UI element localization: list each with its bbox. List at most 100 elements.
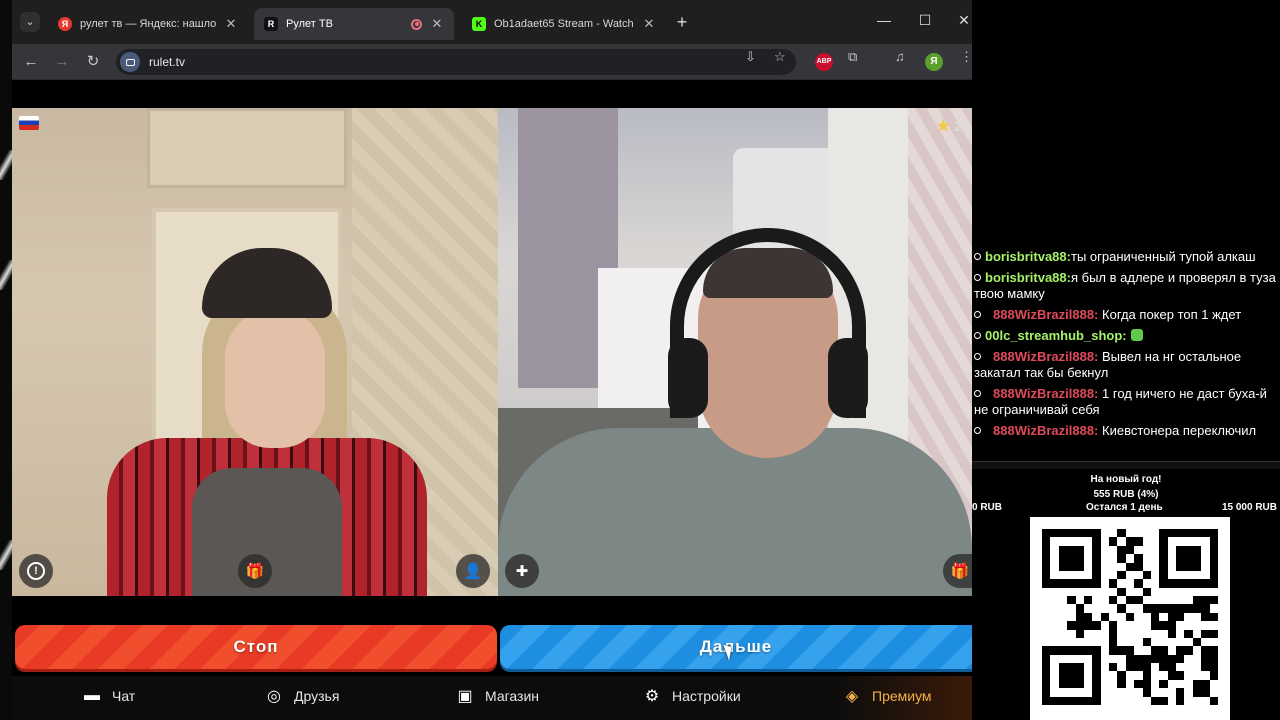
next-button[interactable]: Дальше [500,625,972,669]
nav-settings[interactable]: ⚙ Настройки [642,686,741,706]
qr-module [1192,554,1202,563]
qr-module [1201,604,1210,613]
qr-module [1159,671,1168,680]
qr-module [1083,554,1093,563]
badge-icon [974,332,981,339]
qr-module [1117,612,1126,622]
tab-close-icon[interactable]: ✕ [224,16,238,32]
nav-friends[interactable]: ◎ Друзья [264,686,339,706]
qr-module [1083,629,1093,638]
qr-module [1184,696,1193,705]
tag-icon: ◈ [845,688,859,705]
badge-icon [974,253,981,260]
qr-module [1067,579,1076,588]
tab-rulet-tv[interactable]: R Рулет ТВ ✕ [254,8,454,40]
chat-username: 888WizBrazil888: [993,386,1099,401]
qr-module [1050,688,1059,697]
nav-shop[interactable]: ▣ Магазин [455,686,539,706]
tab-close-icon[interactable]: ✕ [430,16,444,32]
qr-module [1176,554,1185,563]
qr-module [1058,570,1068,580]
qr-module [1075,637,1084,647]
tab-close-icon[interactable]: ✕ [642,16,656,32]
qr-module [1042,696,1051,705]
qr-module [1150,570,1160,580]
qr-module [1159,637,1168,647]
qr-module [1209,621,1218,630]
qr-module [1117,562,1126,571]
goal-remaining: Остался 1 день [1086,502,1163,513]
games-button[interactable]: ✚ [505,554,539,588]
install-app-icon[interactable]: ⇩ [745,49,756,65]
site-info-camera-icon[interactable] [120,52,140,72]
qr-module [1042,587,1051,597]
bookmark-star-icon[interactable]: ☆ [774,49,786,65]
report-button[interactable]: ! [19,554,53,588]
qr-module [1159,554,1168,563]
send-gift-button[interactable]: 🎁 [238,554,272,588]
qr-module [1150,621,1160,630]
donation-qr-code [1030,517,1230,720]
tab-kick-stream[interactable]: K Ob1adaet65 Stream - Watch Li ✕ [462,8,666,40]
stars-balance[interactable]: ★ 26 [936,116,970,136]
qr-module [1209,529,1218,538]
qr-module [1192,579,1202,588]
nav-chat[interactable]: ▬ Чат [82,686,135,706]
qr-module [1184,629,1193,638]
star-icon: ★ [936,118,951,135]
qr-module [1176,596,1185,605]
qr-module [1109,629,1118,638]
qr-module [1176,579,1185,588]
qr-module [1134,562,1143,571]
qr-module [1176,537,1185,546]
qr-module [1092,612,1101,622]
qr-module [1083,612,1093,622]
tab-yandex[interactable]: Я рулет тв — Яндекс: нашлось 7 ✕ [48,8,248,40]
tab-search-menu-icon[interactable]: ⌄ [20,12,40,32]
qr-module [1042,679,1051,689]
nav-premium[interactable]: ◈ Премиум [842,686,932,706]
qr-module [1100,570,1110,580]
qr-module [1125,587,1135,597]
qr-module [1109,570,1118,580]
new-tab-icon[interactable]: + [672,12,692,33]
qr-module [1083,579,1093,588]
chat-username: borisbritva88: [985,270,1071,285]
qr-module [1159,646,1168,655]
chat-message: 888WizBrazil888: Когда покер топ 1 ждет [972,306,1280,327]
qr-module [1125,545,1135,555]
qr-module [1167,529,1177,538]
qr-module [1067,570,1076,580]
back-icon[interactable]: ← [21,52,41,72]
qr-module [1167,621,1177,630]
qr-module [1134,612,1143,622]
extensions-icon[interactable]: ⧉ [848,49,857,65]
media-control-icon[interactable]: ♫ [895,49,905,64]
goal-start: 0 RUB [972,502,1003,513]
maximize-icon[interactable]: ☐ [915,12,935,29]
qr-module [1109,529,1118,538]
friends-icon: ◎ [267,688,281,705]
partner-profile-button[interactable]: 👤 [456,554,490,588]
adblock-extension-icon[interactable]: ABP [815,53,833,71]
qr-module [1100,621,1110,630]
qr-module [1167,537,1177,546]
qr-module [1176,688,1185,697]
qr-module [1134,537,1143,546]
qr-module [1159,621,1168,630]
qr-module [1176,604,1185,613]
close-window-icon[interactable]: ✕ [954,12,974,29]
qr-module [1125,579,1135,588]
qr-module [1117,646,1126,655]
minimize-icon[interactable]: — [874,12,894,28]
qr-module [1075,537,1084,546]
reload-icon[interactable]: ↻ [83,52,103,72]
forward-icon[interactable]: → [52,52,72,72]
qr-module [1050,587,1059,597]
stop-button[interactable]: Стоп [15,625,497,669]
address-bar[interactable]: rulet.tv [116,49,796,75]
qr-module [1150,596,1160,605]
self-gift-button[interactable]: 🎁 [943,554,972,588]
qr-module [1058,596,1068,605]
profile-avatar[interactable]: Я [925,53,943,71]
